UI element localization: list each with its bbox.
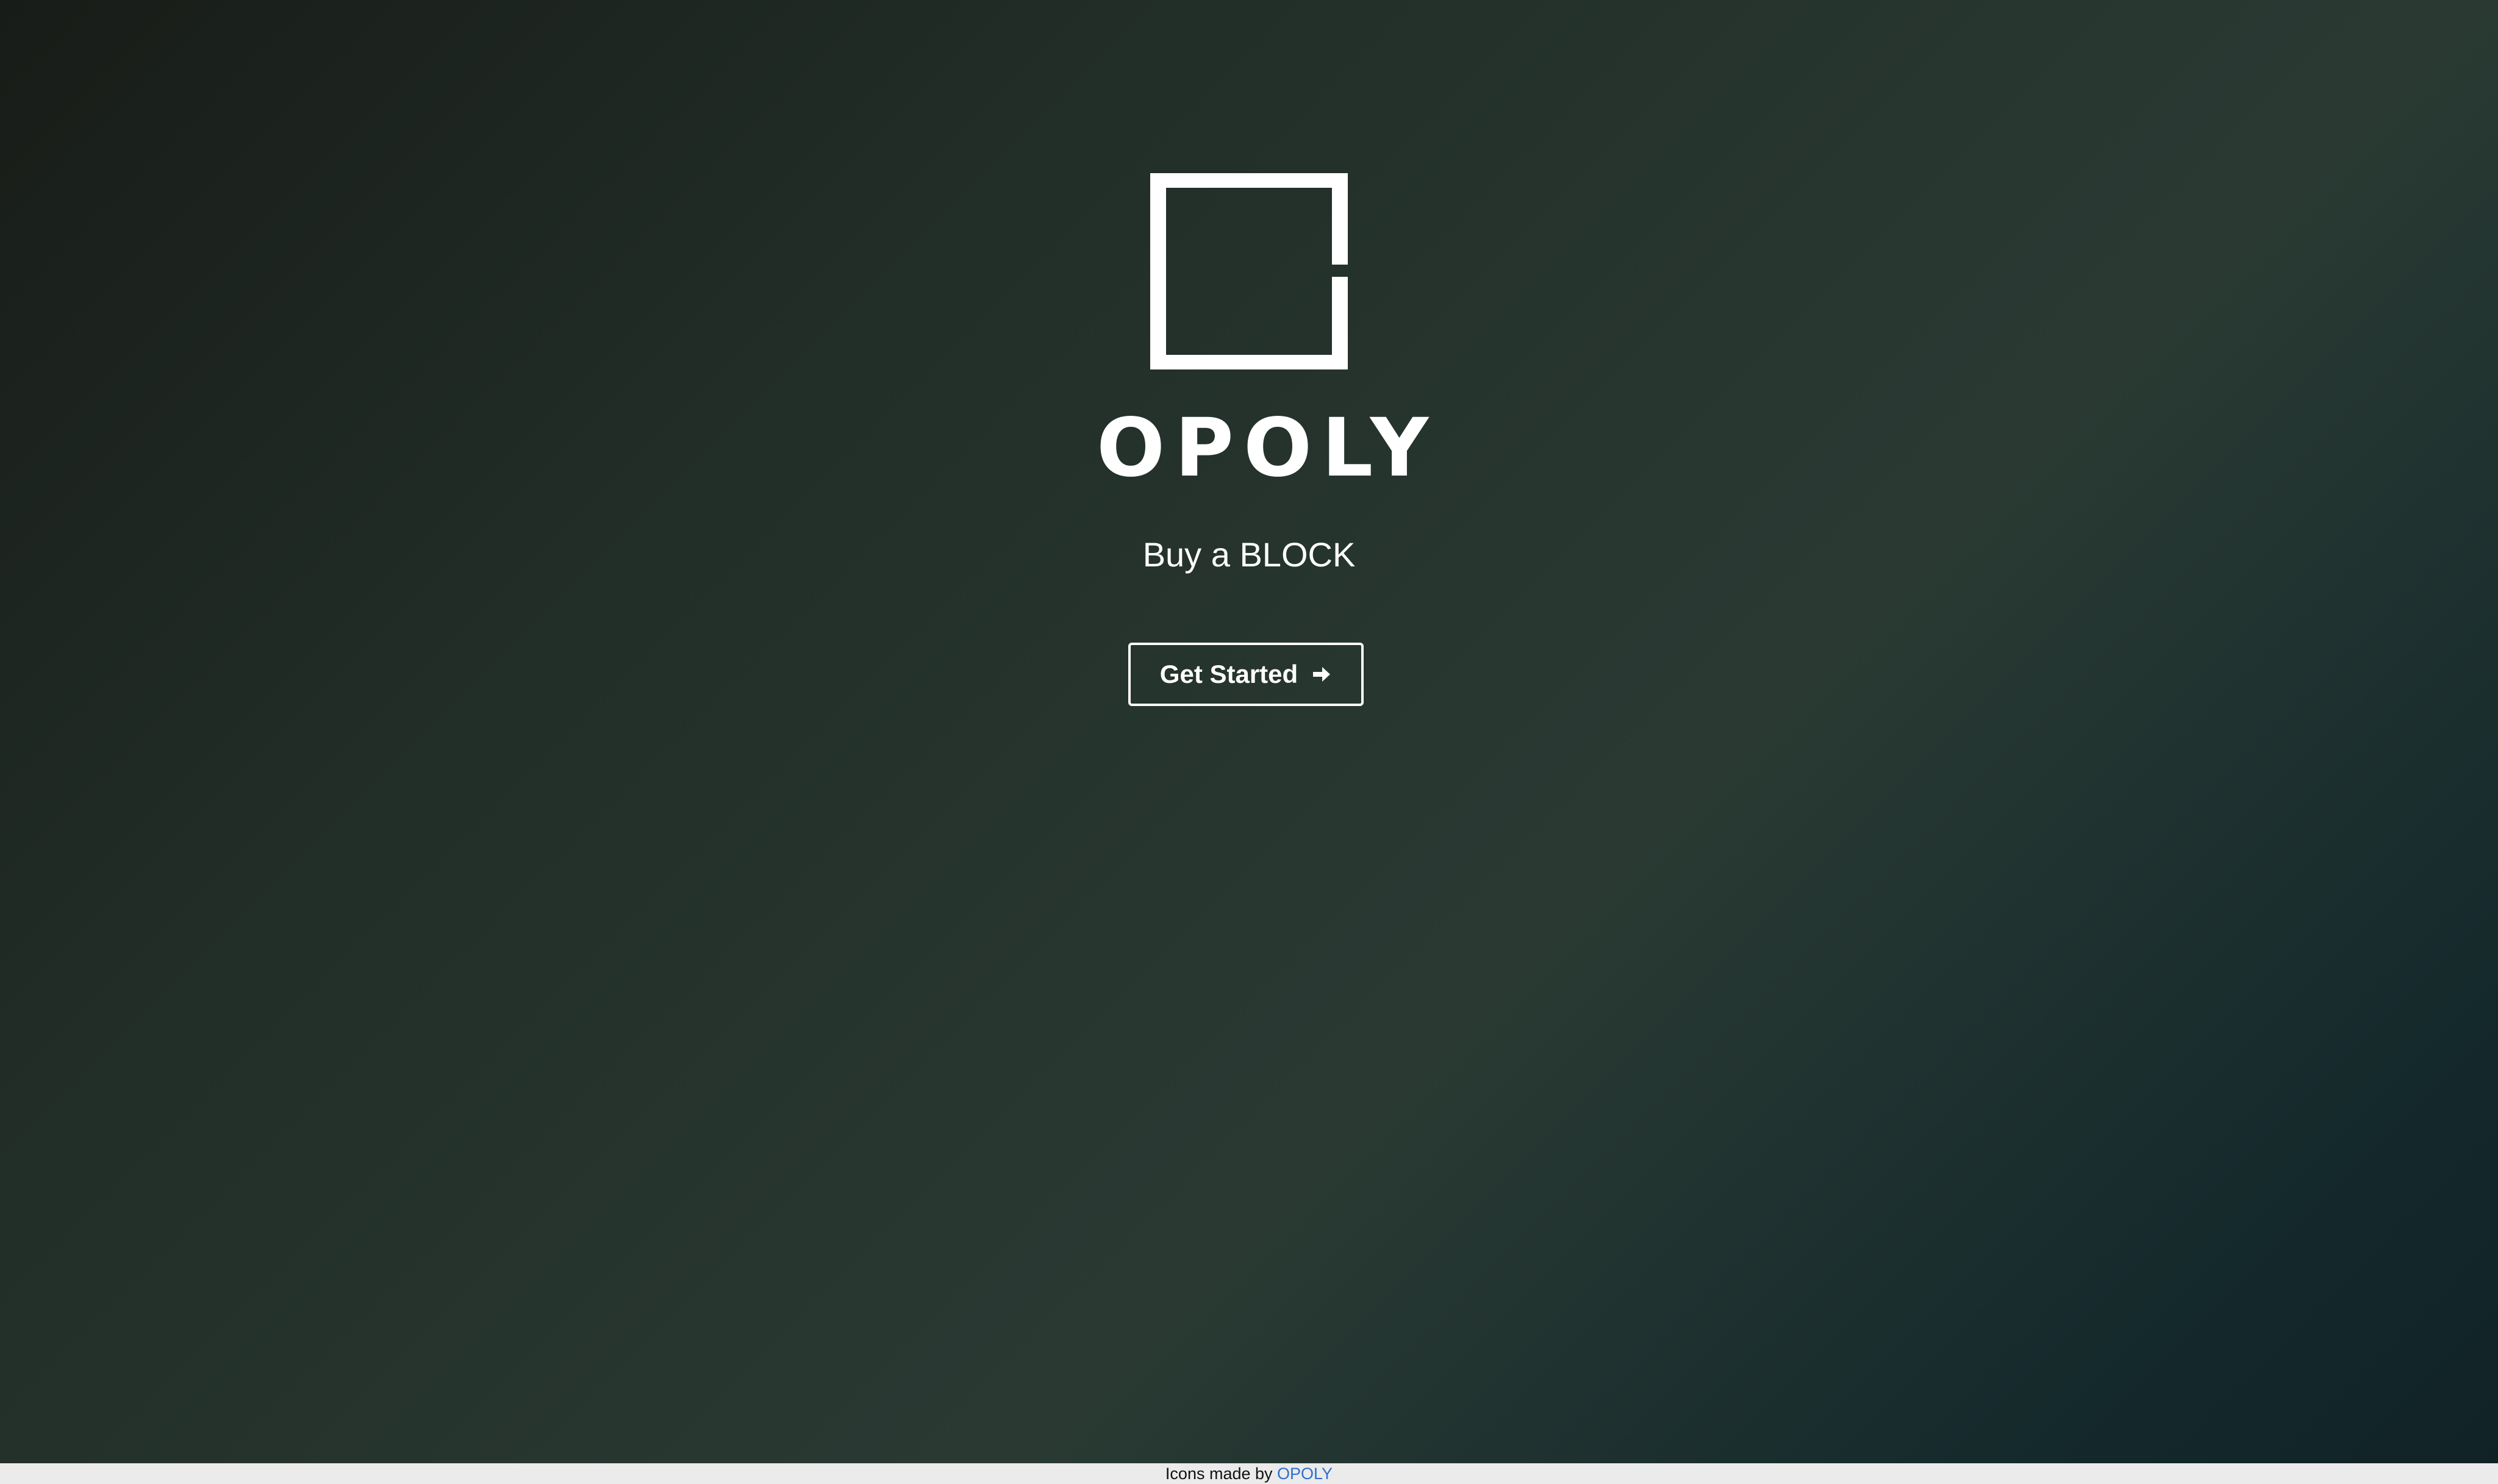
brand-name: OPOLY <box>1097 401 1439 495</box>
footer-credit: Icons made by OPOLY <box>0 1463 2498 1484</box>
open-square-logo-icon <box>1150 173 1348 369</box>
footer-credit-link[interactable]: OPOLY <box>1277 1464 1333 1483</box>
footer-credit-text: Icons made by <box>1165 1464 1278 1483</box>
hero-section: OPOLY Buy a BLOCK Get Started <box>0 0 2498 1463</box>
get-started-label: Get Started <box>1159 660 1298 688</box>
get-started-button[interactable]: Get Started <box>1128 643 1364 706</box>
tagline: Buy a BLOCK <box>1142 535 1356 574</box>
arrow-right-icon <box>1311 664 1332 685</box>
